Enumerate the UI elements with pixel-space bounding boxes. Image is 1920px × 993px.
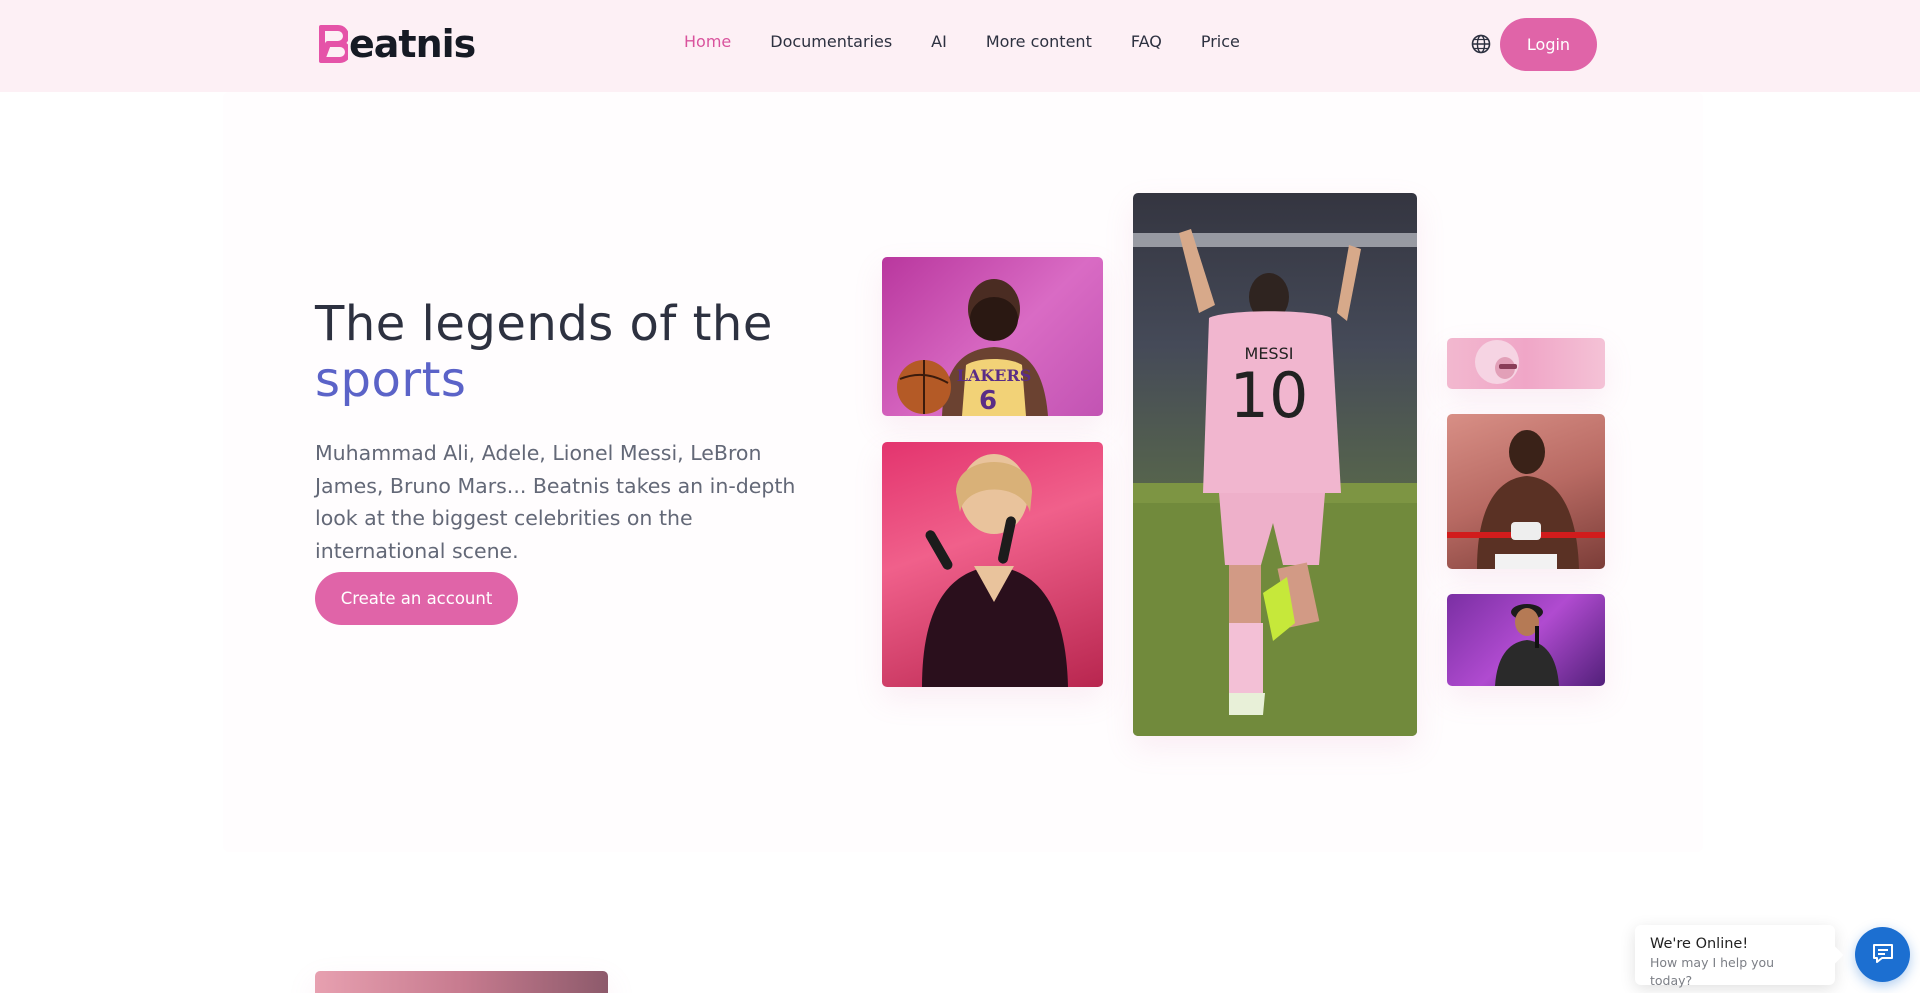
hero-title-accent: sports — [315, 352, 467, 408]
photo-muhammad-ali — [1447, 414, 1605, 569]
main-nav: Home Documentaries AI More content FAQ P… — [684, 30, 1279, 54]
photo-lebron-james: LAKERS 6 — [882, 257, 1103, 416]
lebron-jersey-number: 6 — [979, 386, 997, 416]
nav-price[interactable]: Price — [1201, 30, 1240, 54]
chat-title: We're Online! — [1650, 936, 1749, 952]
chat-icon — [1870, 940, 1896, 970]
logo-text: eatnis — [349, 22, 476, 66]
globe-icon[interactable] — [1470, 33, 1492, 55]
chat-subtitle: How may I help you today? — [1650, 955, 1775, 988]
chat-bubble-tail — [1826, 946, 1844, 964]
nav-faq[interactable]: FAQ — [1131, 30, 1162, 54]
photo-adele — [882, 442, 1103, 687]
site-header: eatnis Home Documentaries AI More conten… — [0, 0, 1920, 92]
brand-logo[interactable]: eatnis — [318, 22, 476, 66]
nav-ai[interactable]: AI — [931, 30, 947, 54]
hero-title: The legends of the sports — [315, 296, 773, 408]
photo-bruno-mars — [1447, 594, 1605, 686]
nav-home[interactable]: Home — [684, 30, 731, 54]
nav-documentaries[interactable]: Documentaries — [770, 30, 892, 54]
create-account-button[interactable]: Create an account — [315, 572, 518, 625]
chat-button[interactable] — [1855, 927, 1910, 982]
lebron-jersey-text: LAKERS — [957, 366, 1032, 385]
hero-title-line: The legends of the — [315, 296, 773, 352]
login-button[interactable]: Login — [1500, 18, 1597, 71]
photo-bottom-preview — [315, 971, 608, 993]
nav-more-content[interactable]: More content — [986, 30, 1092, 54]
chat-bubble[interactable]: We're Online! How may I help you today? — [1635, 925, 1844, 988]
messi-shirt-number: 10 — [1230, 359, 1309, 432]
photo-lionel-messi: MESSI 10 — [1133, 193, 1417, 736]
logo-mark-icon — [318, 24, 351, 64]
photo-pink-performer — [1447, 338, 1605, 389]
hero-description: Muhammad Ali, Adele, Lionel Messi, LeBro… — [315, 441, 796, 563]
